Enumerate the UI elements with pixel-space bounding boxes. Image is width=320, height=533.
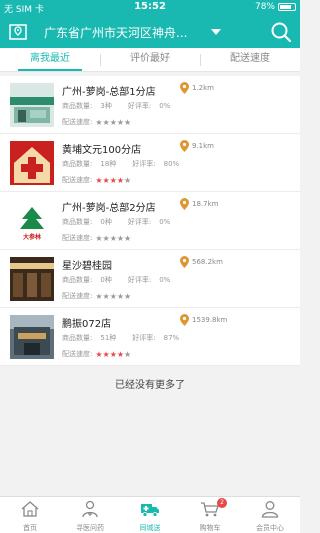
location-pin-icon	[180, 314, 189, 326]
star-icon: ★	[109, 233, 117, 243]
search-icon[interactable]	[270, 21, 292, 43]
star-icon: ★	[124, 233, 132, 243]
location-pin-icon	[180, 198, 189, 210]
store-name: 鹏振072店	[62, 319, 112, 330]
store-row[interactable]: 广州-萝岗-总部1分店 商品数量: 3种 好评率: 0% 配送速度: ★★★★★ 1.2…	[0, 76, 300, 134]
star-icon: ★	[124, 175, 132, 185]
building-photo	[10, 315, 54, 359]
top-header: 广东省广州市天河区神舟...	[0, 16, 300, 48]
star-rating: ★★★★★	[95, 176, 131, 185]
home-icon	[21, 501, 39, 517]
distance: 1.2km	[180, 82, 214, 94]
goods-count: 商品数量: 18种	[62, 160, 117, 168]
sort-tabs: 离我最近 评价最好 配送速度	[0, 48, 300, 72]
tab-nearest[interactable]: 离我最近	[0, 48, 100, 71]
star-rating: ★★★★★	[95, 118, 131, 127]
chevron-down-icon[interactable]	[211, 29, 221, 35]
battery-icon	[278, 3, 296, 11]
star-icon: ★	[109, 349, 117, 359]
rating: 好评率: 0%	[127, 102, 171, 110]
cart-badge: 2	[217, 498, 227, 508]
star-icon: ★	[102, 233, 110, 243]
star-icon: ★	[116, 349, 125, 359]
star-icon: ★	[95, 349, 103, 359]
tabbar-member[interactable]: 会员中心	[240, 497, 300, 533]
star-icon: ★	[116, 117, 125, 127]
location-pin-icon	[180, 82, 189, 94]
distance: 568.2km	[180, 256, 223, 268]
battery-percent: 78%	[254, 2, 275, 12]
star-icon: ★	[109, 117, 117, 127]
goods-count: 商品数量: 0种	[62, 276, 112, 284]
store-row[interactable]: 黄埔文元100分店 商品数量: 18种 好评率: 80% 配送速度: ★★★★★ 9.1…	[0, 134, 300, 192]
star-icon: ★	[124, 349, 132, 359]
star-icon: ★	[109, 175, 117, 185]
star-icon: ★	[116, 175, 125, 185]
store-name: 广州-萝岗-总部1分店	[62, 87, 156, 98]
store-row[interactable]: 鹏振072店 商品数量: 51种 好评率: 87% 配送速度: ★★★★★ 1539.8…	[0, 308, 300, 366]
star-icon: ★	[124, 117, 132, 127]
store-row[interactable]: 星沙碧桂园 商品数量: 0种 好评率: 0% 配送速度: ★★★★★ 568.2km	[0, 250, 300, 308]
bottom-tab-bar: 首页 寻医问药 同城送 2 购物车 会员中心	[0, 496, 300, 533]
location-pin-icon	[180, 140, 189, 152]
rating: 好评率: 80%	[132, 160, 180, 168]
doctor-icon	[82, 500, 98, 518]
distance: 18.7km	[180, 198, 218, 210]
tabbar-delivery[interactable]: 同城送	[120, 497, 180, 533]
tabbar-cart[interactable]: 2 购物车	[180, 497, 240, 533]
star-icon: ★	[102, 117, 110, 127]
star-icon: ★	[95, 291, 103, 301]
delivery-truck-icon	[141, 504, 159, 517]
location-pin-icon	[180, 256, 189, 268]
map-icon[interactable]	[8, 22, 28, 42]
tabbar-doctor[interactable]: 寻医问药	[60, 497, 120, 533]
star-icon: ★	[124, 291, 132, 301]
star-icon: ★	[102, 175, 110, 185]
delivery-speed: 配送速度: ★★★★★	[62, 233, 132, 243]
tab-delivery-speed[interactable]: 配送速度	[200, 48, 300, 71]
location-selector[interactable]: 广东省广州市天河区神舟...	[44, 24, 234, 41]
distance: 9.1km	[180, 140, 214, 152]
delivery-speed: 配送速度: ★★★★★	[62, 349, 132, 359]
star-rating: ★★★★★	[95, 350, 131, 359]
star-icon: ★	[95, 117, 103, 127]
tab-best-rated[interactable]: 评价最好	[100, 48, 200, 71]
delivery-speed: 配送速度: ★★★★★	[62, 117, 132, 127]
star-rating: ★★★★★	[95, 234, 131, 243]
star-rating: ★★★★★	[95, 292, 131, 301]
logo-caption: 大参林	[22, 234, 41, 241]
storefront-photo	[10, 83, 54, 127]
delivery-speed: 配送速度: ★★★★★	[62, 175, 132, 185]
goods-count: 商品数量: 51种	[62, 334, 117, 342]
daxiangle-logo: 大参林	[10, 199, 54, 243]
store-name: 广州-萝岗-总部2分店	[62, 203, 156, 214]
store-name: 黄埔文元100分店	[62, 145, 142, 156]
rating: 好评率: 0%	[127, 218, 171, 226]
status-icons: 78%	[255, 2, 296, 12]
star-icon: ★	[95, 233, 103, 243]
store-name: 星沙碧桂园	[62, 261, 112, 272]
goods-count: 商品数量: 3种	[62, 102, 112, 110]
star-icon: ★	[116, 233, 125, 243]
distance: 1539.8km	[180, 314, 227, 326]
star-icon: ★	[102, 349, 110, 359]
interior-photo	[10, 257, 54, 301]
delivery-speed: 配送速度: ★★★★★	[62, 291, 132, 301]
star-icon: ★	[102, 291, 110, 301]
rating: 好评率: 0%	[127, 276, 171, 284]
star-icon: ★	[95, 175, 103, 185]
no-more-label: 已经没有更多了	[115, 380, 185, 391]
goods-count: 商品数量: 0种	[62, 218, 112, 226]
tabbar-home[interactable]: 首页	[0, 497, 60, 533]
star-icon: ★	[109, 291, 117, 301]
star-icon: ★	[116, 291, 125, 301]
rating: 好评率: 87%	[132, 334, 180, 342]
store-list: 广州-萝岗-总部1分店 商品数量: 3种 好评率: 0% 配送速度: ★★★★★ 1.2…	[0, 76, 300, 366]
user-icon	[261, 501, 279, 518]
status-bar: 无 SIM 卡 15:52 78%	[0, 0, 300, 16]
store-row[interactable]: 大参林 广州-萝岗-总部2分店 商品数量: 0种 好评率: 0% 配送速度: ★★★★★…	[0, 192, 300, 250]
red-cross-logo	[10, 141, 54, 185]
